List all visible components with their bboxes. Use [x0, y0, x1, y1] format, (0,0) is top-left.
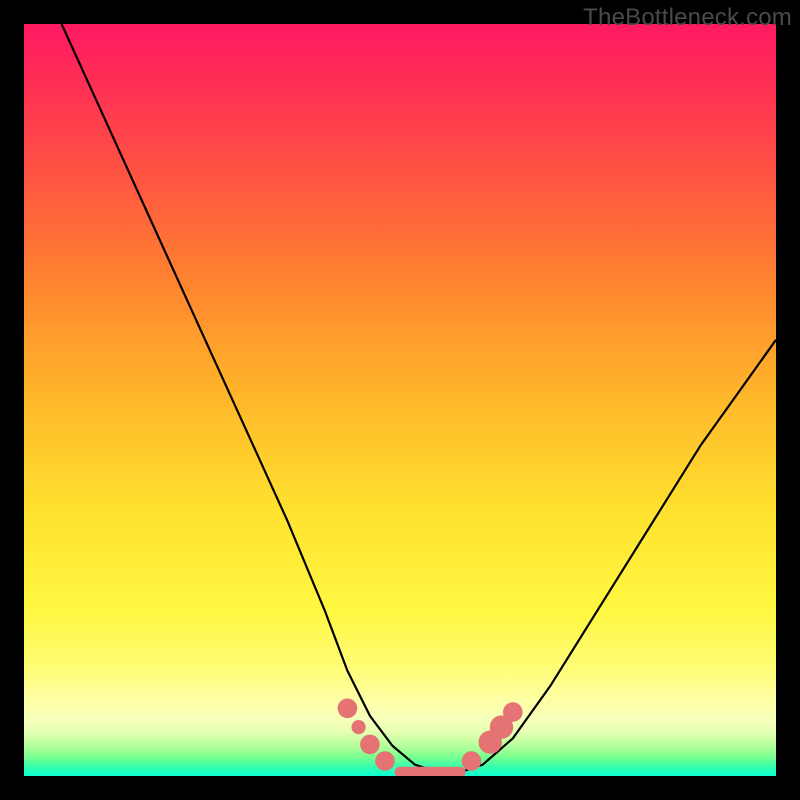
marker-dot — [360, 735, 380, 755]
marker-dot — [503, 702, 523, 722]
plot-area — [24, 24, 776, 776]
watermark-text: TheBottleneck.com — [583, 4, 792, 32]
outer-frame: TheBottleneck.com — [0, 0, 800, 800]
marker-dot — [352, 720, 366, 734]
bottleneck-curve — [62, 24, 776, 772]
marker-dot — [338, 699, 358, 719]
curve-svg — [24, 24, 776, 776]
marker-dot — [375, 751, 395, 771]
marker-dot — [462, 751, 482, 771]
marker-dots — [338, 699, 523, 771]
